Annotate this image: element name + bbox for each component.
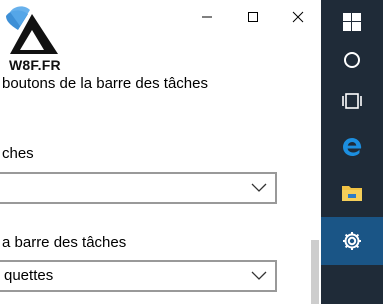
settings-button[interactable] (321, 217, 383, 265)
cortana-button[interactable] (321, 38, 383, 82)
chevron-down-icon (251, 183, 267, 192)
file-explorer-icon (342, 186, 362, 201)
setting-dropdown-1[interactable] (0, 172, 277, 204)
minimize-button[interactable] (184, 0, 230, 34)
taskbar-bottom (321, 282, 383, 304)
section-heading: boutons de la barre des tâches (2, 75, 208, 92)
taskbar (321, 0, 383, 304)
close-icon (292, 11, 304, 23)
minimize-icon (202, 16, 212, 18)
close-button[interactable] (275, 0, 321, 34)
chevron-down-icon (251, 271, 267, 280)
edge-browser-icon (343, 138, 362, 156)
maximize-icon (248, 12, 258, 22)
logo-text: W8F.FR (9, 57, 61, 73)
windows-logo-icon (343, 13, 361, 31)
maximize-button[interactable] (230, 0, 276, 34)
setting-dropdown-2[interactable]: quettes (0, 260, 277, 292)
watermark-logo: W8F.FR (0, 0, 64, 78)
settings-window: W8F.FR boutons de la barre des tâches ch… (0, 0, 321, 304)
scrollbar-thumb[interactable] (311, 240, 319, 304)
task-view-icon (342, 93, 362, 109)
cortana-circle-icon (344, 52, 360, 68)
setting-label-2: a barre des tâches (2, 234, 127, 251)
task-view-button[interactable] (321, 79, 383, 123)
gear-icon (343, 232, 361, 250)
setting-label-1: ches (2, 145, 34, 162)
dropdown-2-value: quettes (4, 267, 54, 284)
file-explorer-button[interactable] (321, 171, 383, 215)
edge-button[interactable] (321, 125, 383, 169)
logo-icon (6, 6, 58, 54)
